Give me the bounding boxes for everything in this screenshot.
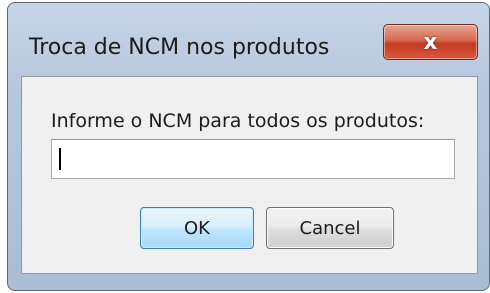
ncm-input[interactable] [51, 139, 455, 179]
close-button[interactable]: x [383, 24, 478, 60]
prompt-label: Informe o NCM para todos os produtos: [51, 110, 425, 132]
dialog-title: Troca de NCM nos produtos [29, 35, 330, 60]
dialog-window: Troca de NCM nos produtos x Informe o NC… [7, 2, 490, 291]
text-cursor [59, 148, 61, 170]
title-bar[interactable]: Troca de NCM nos produtos x [8, 3, 489, 83]
cancel-button[interactable]: Cancel [266, 207, 394, 249]
close-icon: x [423, 29, 438, 55]
ok-button[interactable]: OK [140, 207, 254, 249]
dialog-body: Informe o NCM para todos os produtos: OK… [21, 76, 478, 274]
